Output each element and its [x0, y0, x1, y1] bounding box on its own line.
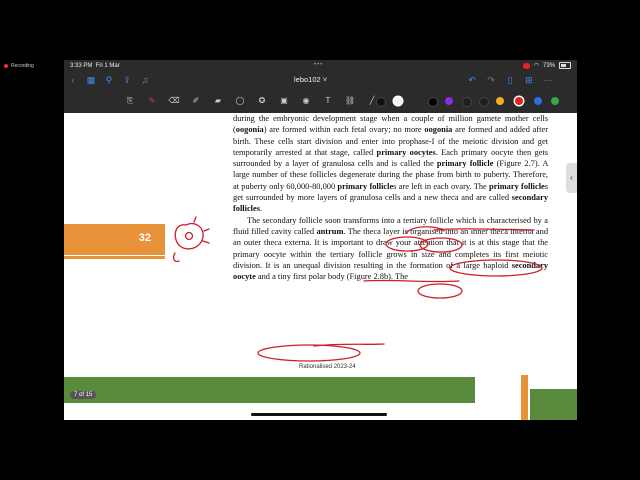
text-recognition-icon[interactable]: ⎘	[124, 95, 136, 107]
textbox-icon[interactable]: T	[322, 95, 334, 107]
record-dot-icon	[4, 64, 8, 68]
color-swatch[interactable]	[428, 97, 438, 107]
mic-icon[interactable]: ♫	[139, 74, 151, 86]
color-swatch[interactable]	[551, 97, 559, 105]
pdf-page[interactable]: 32 during the embryonic development stag…	[64, 113, 577, 375]
search-icon[interactable]: ⚲	[103, 74, 115, 86]
recording-indicator: Recording	[4, 63, 34, 69]
next-page-preview: 7 of 15	[64, 375, 577, 420]
body-text: during the embryonic development stage w…	[233, 113, 548, 282]
paragraph-1: during the embryonic development stage w…	[233, 113, 548, 215]
screen-record-icon	[522, 62, 530, 69]
document-navbar: ‹ ▦ ⚲ ⇪ ♫ lebo102 ˅ ↶ ↷ ▯ ⊞ ⋯	[64, 71, 577, 90]
redo-icon[interactable]: ↷	[485, 74, 497, 86]
ink-underline-unequal	[313, 343, 385, 347]
multitask-dots-icon[interactable]: •••	[314, 62, 323, 68]
link-icon[interactable]: ⛓	[344, 95, 356, 107]
page-counter: 7 of 15	[70, 391, 97, 399]
status-right: ◠ 73%	[522, 62, 571, 69]
color-swatch[interactable]	[462, 97, 472, 107]
text-line: oocyte within the tertiary follicle grow…	[263, 249, 549, 259]
ink-circle-sketch	[174, 222, 204, 250]
lasso-icon[interactable]: ◯	[234, 95, 246, 107]
share-icon[interactable]: ⇪	[121, 74, 133, 86]
ink-dot-sketch	[184, 231, 194, 241]
text-line: division. It is an unequal division resu…	[233, 260, 480, 270]
ink-rays	[193, 216, 210, 244]
page-add-icon[interactable]: ⊞	[523, 74, 535, 86]
color-swatch[interactable]	[394, 97, 402, 105]
pencil-icon[interactable]: ✐	[190, 95, 202, 107]
battery-percent: 73%	[542, 62, 555, 69]
text-line: large number of these follicles degenera…	[233, 170, 481, 180]
text-line: layer of granulosa cells and is called t…	[292, 159, 548, 169]
ink-squiggle	[172, 252, 180, 263]
ipad-screen: 3:33 PM Fri 1 Mar ••• ◠ 73% ‹ ▦ ⚲ ⇪ ♫ le…	[64, 60, 577, 420]
page-footer: Rationalised 2023-24	[299, 364, 356, 370]
color-swatch[interactable]	[534, 97, 542, 105]
text-line: The secondary follicle soon transforms i…	[247, 215, 485, 225]
page-number: 32	[138, 232, 151, 244]
more-icon[interactable]: ⋯	[542, 74, 554, 86]
wifi-icon: ◠	[533, 63, 539, 69]
green-block	[530, 389, 577, 420]
recording-label: Recording	[11, 63, 34, 69]
color-swatch[interactable]	[376, 97, 386, 107]
highlighter-icon[interactable]: ▰	[212, 95, 224, 107]
eraser-icon[interactable]: ⌫	[168, 95, 180, 107]
color-swatch[interactable]	[515, 97, 523, 105]
color-swatch[interactable]	[479, 97, 489, 107]
text-line: during the embryonic development stage w…	[233, 114, 501, 123]
camera-icon[interactable]: ◉	[300, 95, 312, 107]
image-icon[interactable]: ▣	[278, 95, 290, 107]
back-icon[interactable]: ‹	[67, 74, 79, 86]
document-title[interactable]: lebo102 ˅	[294, 75, 327, 84]
green-band	[64, 377, 475, 403]
grid-icon[interactable]: ▦	[85, 74, 97, 86]
battery-icon	[559, 62, 571, 69]
chapter-tab: 32	[64, 224, 165, 255]
bookmark-icon[interactable]: ▯	[504, 74, 516, 86]
paragraph-2: The secondary follicle soon transforms i…	[233, 215, 548, 283]
undo-icon[interactable]: ↶	[466, 74, 478, 86]
chapter-underline	[64, 256, 165, 259]
status-bar: 3:33 PM Fri 1 Mar ••• ◠ 73%	[64, 60, 577, 71]
scroll-handle-icon[interactable]: ‹	[566, 163, 577, 193]
home-indicator[interactable]	[251, 413, 387, 416]
color-swatch[interactable]	[496, 97, 504, 105]
orange-bar	[521, 375, 528, 420]
pen-icon[interactable]: ✎	[146, 95, 158, 107]
annotation-toolbar: ⎘ ✎ ⌫ ✐ ▰ ◯ ✪ ▣ ◉ T ⛓ ╱	[64, 90, 577, 113]
ink-circle-antrum	[417, 283, 463, 299]
color-swatch[interactable]	[445, 97, 453, 105]
shape-icon[interactable]: ✪	[256, 95, 268, 107]
ink-circle-secondary-oocyte	[257, 344, 361, 362]
status-time: 3:33 PM Fri 1 Mar	[70, 62, 120, 69]
